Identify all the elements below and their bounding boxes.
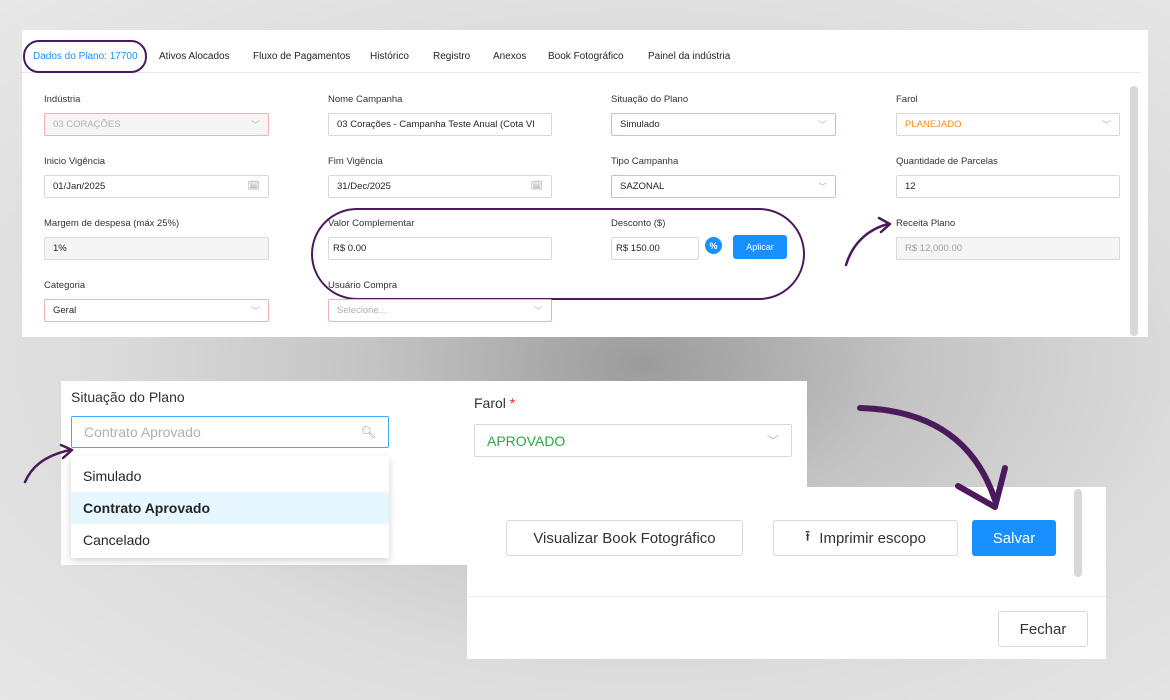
usuario-compra-placeholder: Selecione... <box>337 305 387 316</box>
tab-bar: Dados do Plano: 17700 Ativos Alocados Fl… <box>22 30 1140 73</box>
industria-select[interactable]: 03 CORAÇÕES ﹀ <box>44 113 269 136</box>
margem-value: 1% <box>53 243 67 254</box>
plan-form-panel: Dados do Plano: 17700 Ativos Alocados Fl… <box>22 30 1148 337</box>
aplicar-button[interactable]: Aplicar <box>733 235 787 259</box>
dropdown-option-simulado[interactable]: Simulado <box>71 460 389 492</box>
chevron-down-icon: ﹀ <box>533 306 543 316</box>
industria-value: 03 CORAÇÕES <box>53 119 121 130</box>
parcelas-input[interactable]: 12 <box>896 175 1120 198</box>
nome-campanha-value: 03 Corações - Campanha Teste Anual (Cota… <box>337 119 535 130</box>
zoom-actions-panel: Visualizar Book Fotográfico ⭱ Imprimir e… <box>467 487 1106 659</box>
tab-anexos[interactable]: Anexos <box>493 51 526 62</box>
tab-painel-da-industria[interactable]: Painel da indústria <box>648 51 730 62</box>
chevron-down-icon: ﹀ <box>766 434 779 448</box>
footer-divider <box>467 596 1106 597</box>
panel-scrollbar[interactable] <box>1130 86 1138 336</box>
chevron-down-icon: ﹀ <box>250 306 260 316</box>
farol-select[interactable]: PLANEJADO ﹀ <box>896 113 1120 136</box>
margem-input[interactable]: 1% <box>44 237 269 260</box>
margem-label: Margem de despesa (máx 25%) <box>44 218 180 229</box>
categoria-value: Geral <box>53 305 77 316</box>
valor-complementar-label: Valor Complementar <box>328 218 415 229</box>
desconto-label: Desconto ($) <box>611 218 666 229</box>
imprimir-escopo-label: Imprimir escopo <box>819 529 926 547</box>
inicio-vigencia-datepicker[interactable]: 01/Jan/2025 🗓 <box>44 175 269 198</box>
categoria-label: Categoria <box>44 280 86 291</box>
percent-icon[interactable]: % <box>705 237 722 254</box>
required-mark: * <box>509 395 516 411</box>
tab-book-fotografico[interactable]: Book Fotográfico <box>548 51 624 62</box>
valor-complementar-input[interactable]: R$ 0.00 <box>328 237 552 260</box>
situacao-select[interactable]: Simulado ﹀ <box>611 113 836 136</box>
usuario-compra-select[interactable]: Selecione... ﹀ <box>328 299 552 322</box>
fim-vigencia-label: Fim Vigência <box>328 156 383 167</box>
zoom-farol-label: Farol * <box>474 395 515 411</box>
tipo-campanha-label: Tipo Campanha <box>611 156 679 167</box>
tab-dados-do-plano[interactable]: Dados do Plano: 17700 <box>33 51 138 62</box>
chevron-down-icon: ﹀ <box>817 120 827 130</box>
zoom-situacao-label: Situação do Plano <box>71 389 185 405</box>
receita-plano-input[interactable]: R$ 12,000.00 <box>896 237 1120 260</box>
usuario-compra-label: Usuário Compra <box>328 280 398 291</box>
calendar-icon: 🗓 <box>247 181 260 192</box>
zoom-farol-value: APROVADO <box>487 432 566 449</box>
industria-label: Indústria <box>44 94 81 105</box>
search-icon: 🔍︎ <box>360 425 376 439</box>
farol-value: PLANEJADO <box>905 119 962 130</box>
tipo-campanha-value: SAZONAL <box>620 181 665 192</box>
desconto-value: R$ 150.00 <box>616 243 660 254</box>
dropdown-option-cancelado[interactable]: Cancelado <box>71 524 389 556</box>
salvar-button[interactable]: Salvar <box>972 520 1056 556</box>
situacao-value: Simulado <box>620 119 660 130</box>
fim-vigencia-datepicker[interactable]: 31/Dec/2025 🗓 <box>328 175 552 198</box>
tab-historico[interactable]: Histórico <box>370 51 409 62</box>
valor-complementar-value: R$ 0.00 <box>333 243 367 254</box>
receita-plano-label: Receita Plano <box>896 218 956 229</box>
parcelas-value: 12 <box>905 181 916 192</box>
chevron-down-icon: ﹀ <box>1101 120 1111 130</box>
zoom-farol-select[interactable]: APROVADO ﹀ <box>474 424 792 457</box>
calendar-icon: 🗓 <box>530 181 543 192</box>
tab-registro[interactable]: Registro <box>433 51 470 62</box>
situacao-dropdown-menu: Simulado Contrato Aprovado Cancelado <box>71 456 389 558</box>
actions-scrollbar[interactable] <box>1074 489 1082 577</box>
receita-plano-value: R$ 12,000.00 <box>905 243 963 254</box>
chevron-down-icon: ﹀ <box>250 120 260 130</box>
nome-campanha-input[interactable]: 03 Corações - Campanha Teste Anual (Cota… <box>328 113 552 136</box>
inicio-vigencia-label: Inicio Vigência <box>44 156 106 167</box>
parcelas-label: Quantidade de Parcelas <box>896 156 998 167</box>
situacao-search-value: Contrato Aprovado <box>84 424 201 440</box>
fim-vigencia-value: 31/Dec/2025 <box>337 181 391 192</box>
fechar-button[interactable]: Fechar <box>998 611 1088 647</box>
categoria-select[interactable]: Geral ﹀ <box>44 299 269 322</box>
tipo-campanha-select[interactable]: SAZONAL ﹀ <box>611 175 836 198</box>
chevron-down-icon: ﹀ <box>817 182 827 192</box>
situacao-label: Situação do Plano <box>611 94 689 105</box>
imprimir-escopo-button[interactable]: ⭱ Imprimir escopo <box>773 520 958 556</box>
tab-fluxo-de-pagamentos[interactable]: Fluxo de Pagamentos <box>253 51 350 62</box>
nome-campanha-label: Nome Campanha <box>328 94 403 105</box>
dropdown-option-contrato-aprovado[interactable]: Contrato Aprovado <box>71 492 389 524</box>
upload-icon: ⭱ <box>805 527 811 545</box>
situacao-search-input[interactable]: Contrato Aprovado 🔍︎ <box>71 416 389 448</box>
desconto-input[interactable]: R$ 150.00 <box>611 237 699 260</box>
tab-ativos-alocados[interactable]: Ativos Alocados <box>159 51 230 62</box>
zoom-farol-label-text: Farol <box>474 395 506 411</box>
farol-label: Farol <box>896 94 918 105</box>
visualizar-book-button[interactable]: Visualizar Book Fotográfico <box>506 520 743 556</box>
inicio-vigencia-value: 01/Jan/2025 <box>53 181 106 192</box>
